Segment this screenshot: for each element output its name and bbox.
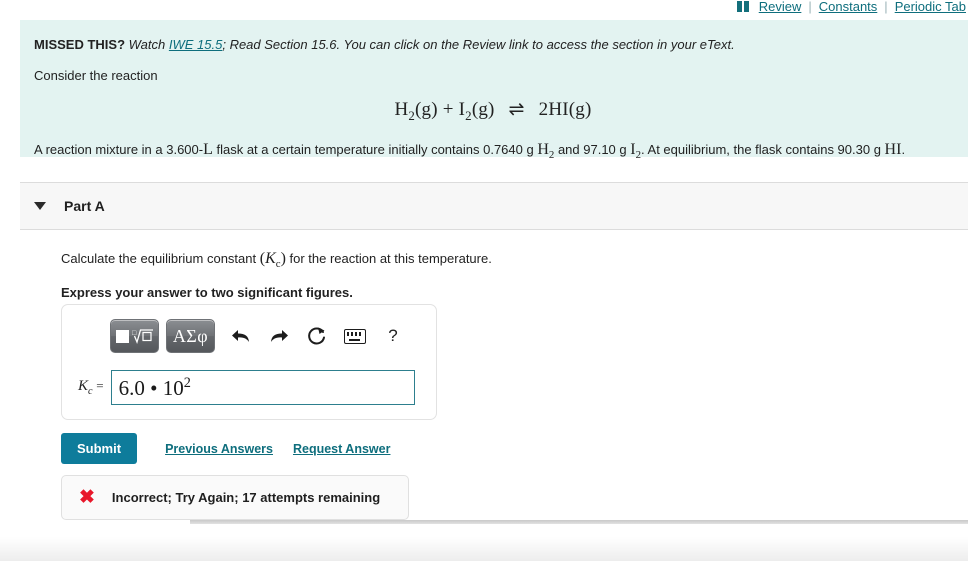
- prompt-before: Calculate the equilibrium constant: [61, 251, 260, 266]
- kc-label: Kc =: [78, 378, 104, 397]
- prompt-after: for the reaction at this temperature.: [285, 251, 492, 266]
- x-mark-icon: ✖: [79, 487, 95, 508]
- nav-separator-1: |: [808, 0, 812, 14]
- request-answer-link[interactable]: Request Answer: [293, 442, 390, 456]
- question-prompt: Calculate the equilibrium constant (Kc) …: [61, 250, 921, 273]
- missed-this-line: MISSED THIS? Watch IWE 15.5; Read Sectio…: [34, 36, 952, 54]
- submit-button[interactable]: Submit: [61, 433, 138, 464]
- problem-page: Review | Constants | Periodic Tab MISSED…: [0, 0, 968, 561]
- answer-value: 6.0 • 102: [118, 374, 191, 400]
- periodic-table-link[interactable]: Periodic Tab: [895, 0, 966, 14]
- consider-text: Consider the reaction: [34, 68, 158, 83]
- species-i2: I2: [630, 140, 642, 161]
- top-utility-nav: Review | Constants | Periodic Tab: [736, 0, 968, 16]
- math-template-button[interactable]: □: [110, 319, 159, 353]
- reset-circle-icon: [308, 327, 325, 345]
- part-a-header[interactable]: Part A: [20, 182, 968, 230]
- undo-button[interactable]: [222, 321, 260, 351]
- submit-row: Submit Previous Answers Request Answer: [61, 433, 390, 464]
- missed-this-label: MISSED THIS?: [34, 37, 126, 52]
- feedback-message: Incorrect; Try Again; 17 attempts remain…: [111, 490, 381, 505]
- radical-template-icon: □: [115, 327, 154, 345]
- nth-root-icon: □: [132, 329, 153, 344]
- svg-text:□: □: [132, 329, 137, 337]
- answer-input[interactable]: 6.0 • 102: [110, 370, 415, 405]
- math-toolbar: □ ΑΣφ ?: [110, 319, 412, 353]
- species-h2: H2: [537, 140, 555, 161]
- missed-this-rest: ; Read Section 15.6. You can click on th…: [222, 37, 735, 52]
- mixture-description: A reaction mixture in a 3.600-L flask at…: [34, 141, 952, 164]
- part-title: Part A: [64, 198, 105, 214]
- kc-symbol-inline: (Kc): [259, 250, 286, 271]
- previous-answers-link[interactable]: Previous Answers: [165, 442, 273, 456]
- feedback-box: ✖ Incorrect; Try Again; 17 attempts rema…: [61, 475, 409, 520]
- constants-link[interactable]: Constants: [819, 0, 878, 14]
- footer-bar: [0, 537, 968, 561]
- question-body: Calculate the equilibrium constant (Kc) …: [61, 250, 921, 300]
- answer-panel: □ ΑΣφ ? Kc = 6.0 • 102: [61, 304, 437, 420]
- question-mark-icon: ?: [388, 326, 398, 345]
- mixture-part-1: A reaction mixture in a 3.600-: [34, 141, 204, 157]
- keyboard-icon: [344, 328, 366, 344]
- chemical-equation: H2(g) + I2(g) ⇌ 2HI(g): [34, 98, 952, 124]
- iwe-link[interactable]: IWE 15.5: [169, 37, 222, 52]
- equation-plus: +: [442, 99, 454, 120]
- nav-separator-2: |: [884, 0, 888, 14]
- mixture-part-5: .: [901, 141, 906, 157]
- equilibrium-arrow-icon: ⇌: [508, 99, 525, 120]
- species-hi: HI: [884, 140, 902, 158]
- help-button[interactable]: ?: [374, 321, 412, 351]
- caret-down-icon[interactable]: [34, 202, 46, 210]
- hint-banner: MISSED THIS? Watch IWE 15.5; Read Sectio…: [20, 20, 968, 161]
- greek-symbols-button[interactable]: ΑΣφ: [166, 319, 215, 353]
- keyboard-button[interactable]: [336, 321, 374, 351]
- mixture-part-3: and 97.10 g: [554, 141, 631, 157]
- greek-letters-icon: ΑΣφ: [172, 325, 209, 346]
- redo-arrow-icon: [271, 330, 288, 342]
- watch-text: Watch: [128, 37, 166, 52]
- review-link[interactable]: Review: [759, 0, 802, 14]
- reactant-1: H2(g): [394, 99, 438, 123]
- redo-button[interactable]: [260, 321, 298, 351]
- sig-figs-instruction: Express your answer to two significant f…: [61, 285, 353, 301]
- reactant-2: I2(g): [458, 99, 495, 123]
- undo-arrow-icon: [232, 330, 249, 342]
- reset-button[interactable]: [298, 321, 336, 351]
- volume-unit: L: [203, 140, 213, 158]
- answer-row: Kc = 6.0 • 102: [78, 370, 415, 405]
- bottom-divider: [190, 520, 968, 524]
- mixture-part-2: flask at a certain temperature initially…: [212, 141, 538, 157]
- product-1: 2HI(g): [538, 99, 592, 120]
- grid-icon: [736, 0, 750, 12]
- mixture-part-4: . At equilibrium, the flask contains 90.…: [641, 141, 885, 157]
